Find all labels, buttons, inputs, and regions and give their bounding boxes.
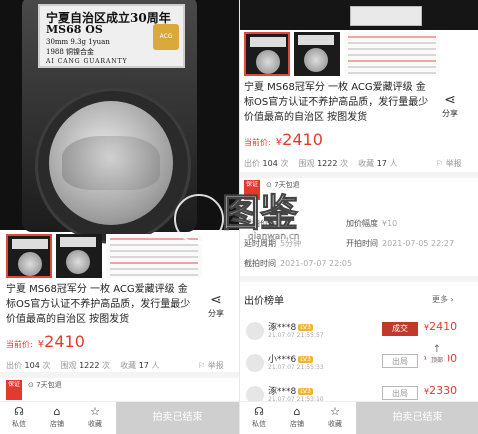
guarantee-badge: 保证 [244,180,260,200]
current-price: 当前价: ¥2410 [244,130,323,149]
share-label: 分享 [442,109,458,118]
thumb-coin [66,250,90,274]
section-divider [0,372,239,378]
close-time: 截拍时间 2021-07-07 22:05 [244,259,353,268]
star-icon: ☆ [90,405,100,418]
report-icon: ⚐ [198,361,206,370]
nav-private-message[interactable]: ☊ 私信 [4,405,34,429]
section-divider [240,172,478,178]
price-label: 当前价: [244,138,271,147]
start-price: 起拍价 ¥1 [244,219,283,228]
back-to-top-button[interactable]: ↑ 顶部 [426,344,448,364]
thumbnail-1[interactable] [6,234,52,278]
guarantee-badge: 保证 [6,380,22,400]
check-icon: ⊙ [266,181,272,189]
thumbnail-2[interactable] [294,32,340,76]
price-value: 2410 [44,332,85,351]
thumb-label [12,239,48,249]
thumb-coin [304,48,328,72]
chevron-right-icon: › [448,295,454,304]
headset-icon: ☊ [254,405,264,418]
headset-icon: ☊ [14,405,24,418]
nav-favorite[interactable]: ☆ 收藏 [320,405,350,429]
thumb-label [298,35,334,45]
report-link[interactable]: ⚐ 举报 [436,158,462,169]
share-icon: ⋖ [444,92,456,108]
price-value: 2410 [282,130,323,149]
star-icon: ☆ [330,405,340,418]
coin-photo[interactable]: 宁夏自治区成立30周年 MS68 OS 30mm 9.3g 1yuan 1988… [0,0,239,244]
shop-icon: ⌂ [53,405,61,418]
bid-price: ¥2410 [424,320,458,333]
bid-status-badge: 出局 [382,354,418,368]
bid-list-header: 出价榜单 [244,296,284,307]
bid-time: 21.07.07 21:55:57 [268,332,324,339]
thumbnail-3[interactable] [106,234,202,278]
arrow-up-icon: ↑ [432,344,442,355]
report-icon: ⚐ [436,159,444,168]
strip-label [350,6,422,26]
thumb-label [250,37,286,47]
slab-brand: AI CANG GUARANTY [46,58,128,65]
stats-row: 出价 104 次 围观 1222 次 收藏 17 人 [6,361,160,370]
thumbnail-strip [244,32,440,76]
thumb-coin [18,252,42,276]
share-icon: ⋖ [210,292,222,308]
slab-label: 宁夏自治区成立30周年 MS68 OS 30mm 9.3g 1yuan 1988… [38,4,185,68]
level-badge: LV3 [298,324,313,331]
bid-status-badge: 成交 [382,322,418,336]
price-label: 当前价: [6,340,33,349]
coin-relief [62,136,160,190]
report-link[interactable]: ⚐ 举报 [198,360,224,371]
slab-spec: 30mm 9.3g 1yuan [46,38,110,46]
thumbnail-strip [6,234,202,278]
thumb-coin [256,50,280,74]
share-button[interactable]: ⋖ 分享 [436,92,464,119]
service-7day-return: ⊙ 7天包退 [28,381,62,389]
level-badge: LV3 [298,356,313,363]
nav-shop[interactable]: ⌂ 店铺 [42,405,72,429]
slab-alloy: 1988 铜镍合金 [46,48,95,56]
slab-grade: MS68 OS [46,23,103,36]
shop-icon: ⌂ [293,405,301,418]
check-icon: ⊙ [28,381,34,389]
item-title: 宁夏 MS68冠军分 一枚 ACG爱藏评级 金标OS官方认证不养护高品质，发行量… [6,284,191,325]
nav-private-message[interactable]: ☊ 私信 [244,405,274,429]
acg-logo: ACG [153,24,179,50]
bottom-nav: ☊ 私信 ⌂ 店铺 ☆ 收藏 拍卖已结束 [0,401,239,434]
right-screen: 宁夏 MS68冠军分 一枚 ACG爱藏评级 金标OS官方认证不养护高品质，发行量… [239,0,478,434]
current-price: 当前价: ¥2410 [6,332,85,351]
bottom-nav: ☊ 私信 ⌂ 店铺 ☆ 收藏 拍卖已结束 [240,401,478,434]
left-screen: 宁夏自治区成立30周年 MS68 OS 30mm 9.3g 1yuan 1988… [0,0,239,434]
nav-favorite[interactable]: ☆ 收藏 [80,405,110,429]
level-badge: LV3 [298,388,313,395]
section-divider [240,276,478,282]
service-7day-return: ⊙ 7天包退 [266,181,300,189]
delay-period: 延时周期 5分钟 [244,239,302,248]
bid-price: ¥2330 [424,384,458,397]
share-button[interactable]: ⋖ 分享 [202,292,230,319]
more-bids-link[interactable]: 更多 › [432,294,454,305]
item-title: 宁夏 MS68冠军分 一枚 ACG爱藏评级 金标OS官方认证不养护高品质，发行量… [244,82,429,123]
thumb-label [60,237,96,247]
nav-shop[interactable]: ⌂ 店铺 [282,405,312,429]
bid-row: 涿***8 LV3 21.07.07 21:55:57 成交 ¥2410 [240,320,478,344]
open-time: 开拍时间 2021-07-05 22:27 [346,239,455,248]
bid-status-badge: 出局 [382,386,418,400]
share-label: 分享 [208,309,224,318]
avatar [246,354,264,372]
avatar [246,322,264,340]
thumbnail-1[interactable] [244,32,290,76]
bid-time: 21.07.07 21:55:33 [268,364,324,371]
thumbnail-3[interactable] [344,32,440,76]
stats-row: 出价 104 次 围观 1222 次 收藏 17 人 [244,159,398,168]
bid-increment: 加价幅度 ¥10 [346,219,398,228]
auction-ended-button[interactable]: 拍卖已结束 [116,402,239,434]
thumbnail-2[interactable] [56,234,102,278]
top-image-strip [240,0,478,30]
auction-ended-button[interactable]: 拍卖已结束 [356,402,478,434]
